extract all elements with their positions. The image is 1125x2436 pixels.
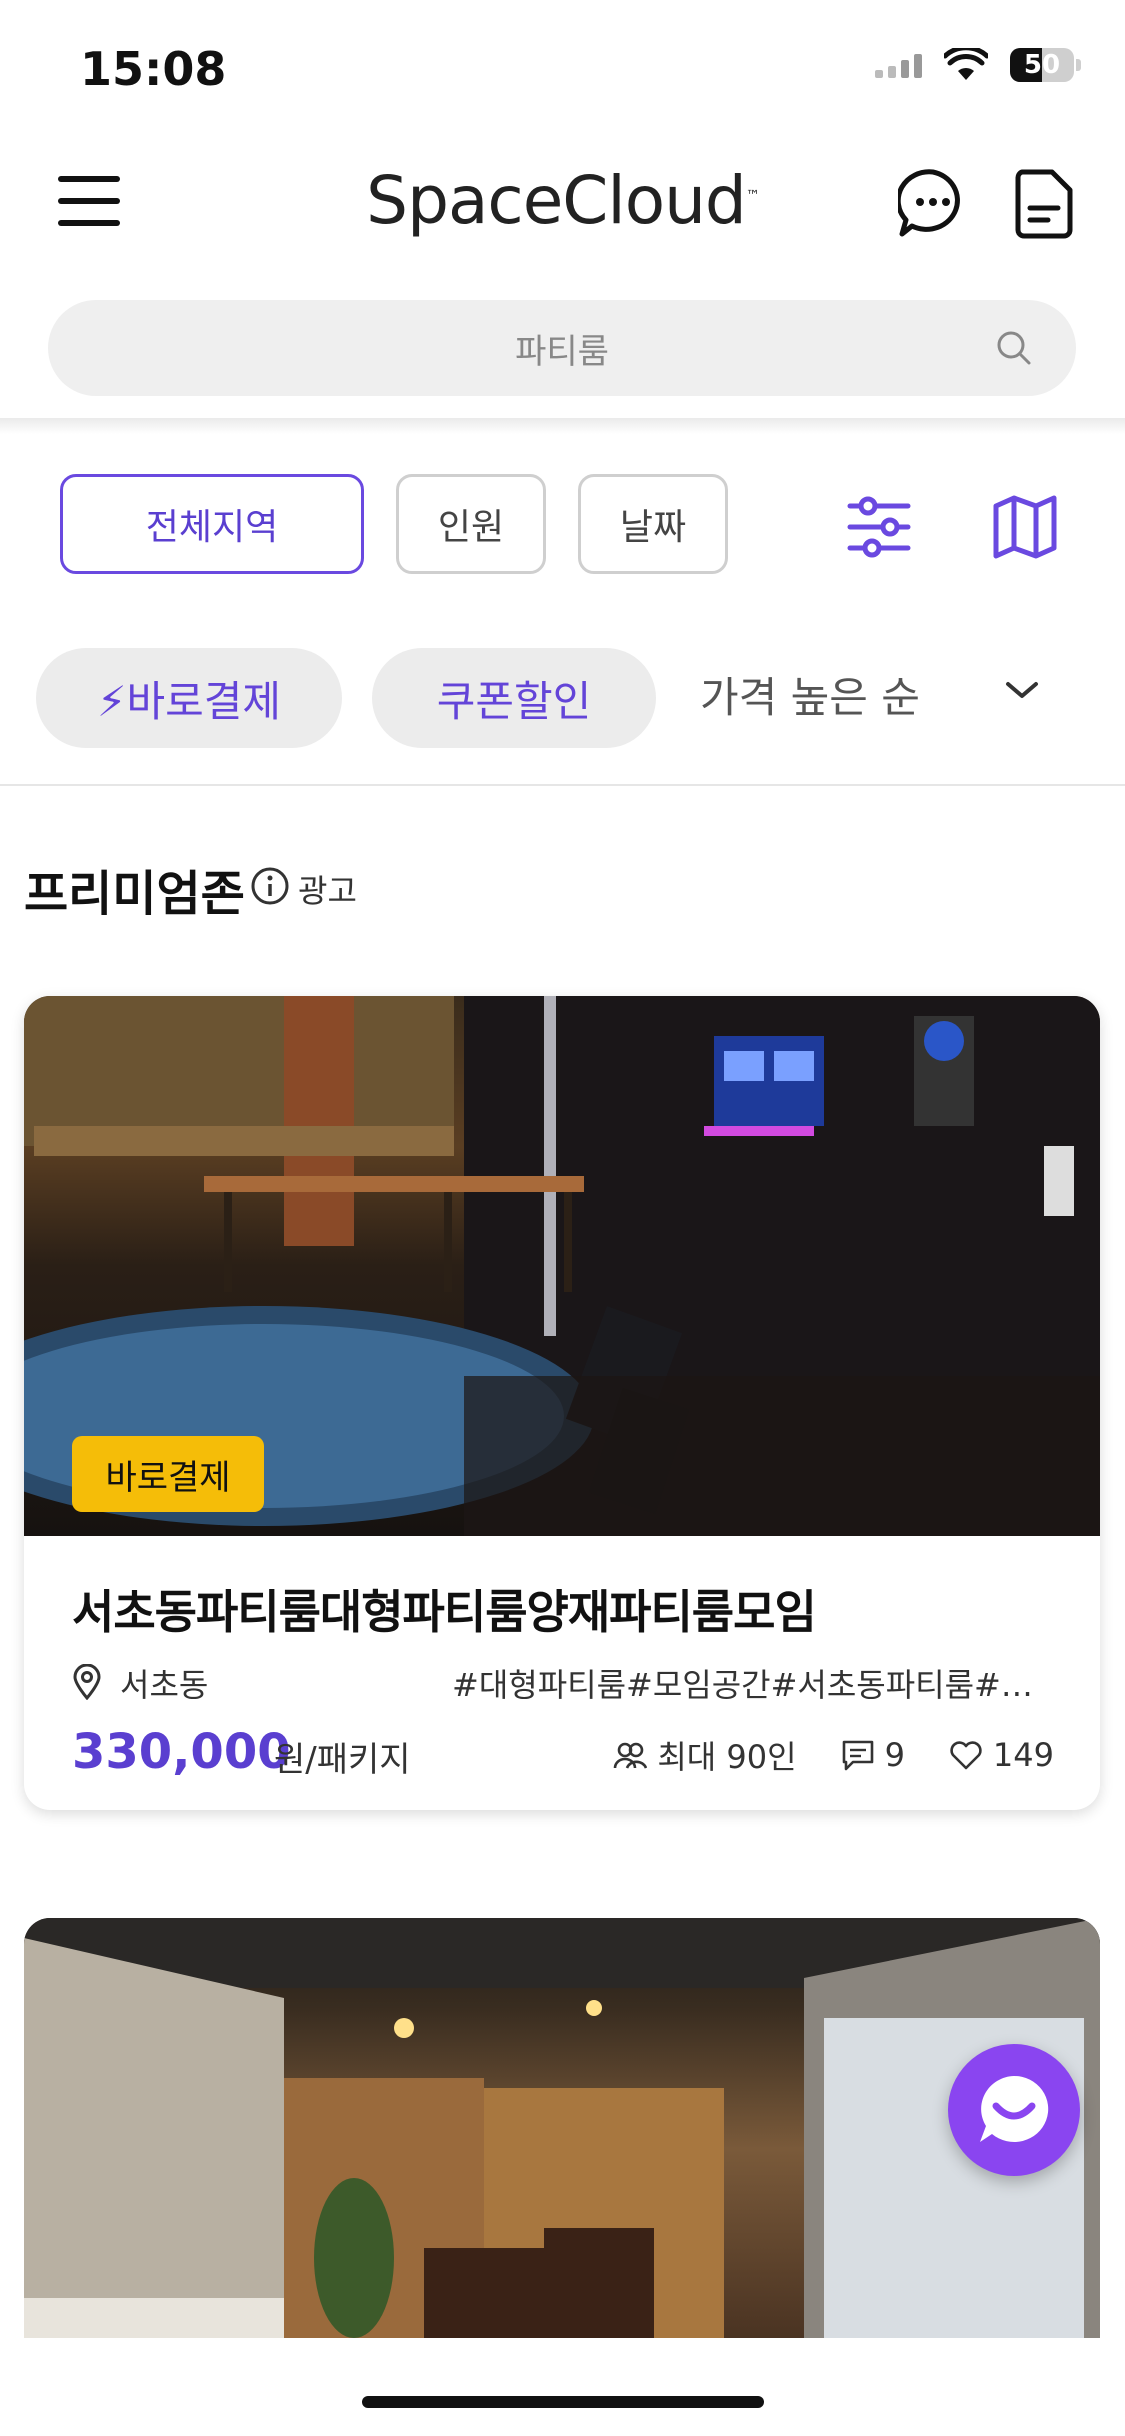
- map-icon[interactable]: [992, 494, 1058, 560]
- document-icon[interactable]: [1014, 168, 1074, 240]
- search-bar[interactable]: 파티룸: [48, 300, 1076, 396]
- section-title: 프리미엄존: [24, 866, 245, 922]
- listing-card-2[interactable]: [24, 1918, 1100, 2338]
- search-icon[interactable]: [996, 330, 1032, 366]
- battery-level: 50: [1023, 50, 1061, 80]
- listing-photo: 바로결제: [24, 996, 1100, 1536]
- listing-likes: 149: [992, 1736, 1054, 1774]
- coupon-filter[interactable]: 쿠폰할인: [372, 648, 656, 748]
- listing-photo-2: [24, 1918, 1100, 2338]
- quick-pay-filter[interactable]: ⚡바로결제: [36, 648, 342, 748]
- listing-tags: #대형파티룸#모임공간#서초동파티룸#…: [452, 1666, 1033, 1704]
- battery-icon: 50: [1010, 48, 1074, 82]
- bottom-safe-area: [0, 2338, 1125, 2436]
- wifi-icon: [944, 48, 988, 80]
- listing-meta: 최대 90인 9 149: [613, 1732, 1054, 1778]
- chat-icon[interactable]: [898, 168, 968, 238]
- listing-card[interactable]: 바로결제 서초동파티룸대형파티룸양재파티룸모임 서초동 #대형파티룸#모임공간#…: [24, 996, 1100, 1810]
- heart-icon[interactable]: [949, 1738, 983, 1772]
- status-icons: 50: [875, 48, 1081, 82]
- listing-title[interactable]: 서초동파티룸대형파티룸양재파티룸모임: [72, 1576, 817, 1642]
- filter-icon[interactable]: [846, 494, 912, 560]
- location-icon: [73, 1664, 101, 1700]
- chatbot-icon: [980, 2075, 1049, 2142]
- status-time: 15:08: [80, 42, 227, 96]
- home-indicator[interactable]: [362, 2396, 764, 2408]
- listing-location: 서초동: [120, 1666, 209, 1704]
- chevron-down-icon[interactable]: [1002, 676, 1042, 704]
- chatbot-button[interactable]: [948, 2044, 1080, 2176]
- date-filter-button[interactable]: 날짜: [578, 474, 728, 574]
- divider: [0, 784, 1125, 786]
- region-filter-button[interactable]: 전체지역: [60, 474, 364, 574]
- people-filter-button[interactable]: 인원: [396, 474, 546, 574]
- listing-price: 330,000: [72, 1724, 291, 1780]
- comment-icon: [842, 1740, 873, 1771]
- listing-capacity: 최대 90인: [657, 1738, 797, 1776]
- people-icon: [614, 1742, 648, 1769]
- quick-pay-badge: 바로결제: [72, 1436, 264, 1512]
- cellular-signal-icon: [875, 52, 922, 78]
- header-shadow: [0, 418, 1125, 434]
- price-unit: 원/패키지: [274, 1740, 411, 1780]
- search-input[interactable]: 파티룸: [515, 324, 609, 373]
- sort-dropdown[interactable]: 가격 높은 순: [700, 664, 920, 725]
- ad-label: 광고: [298, 872, 357, 910]
- logo-trademark: ™: [745, 188, 760, 204]
- listing-reviews: 9: [884, 1736, 905, 1774]
- info-icon[interactable]: [250, 866, 290, 906]
- logo-text: SpaceCloud: [366, 162, 747, 239]
